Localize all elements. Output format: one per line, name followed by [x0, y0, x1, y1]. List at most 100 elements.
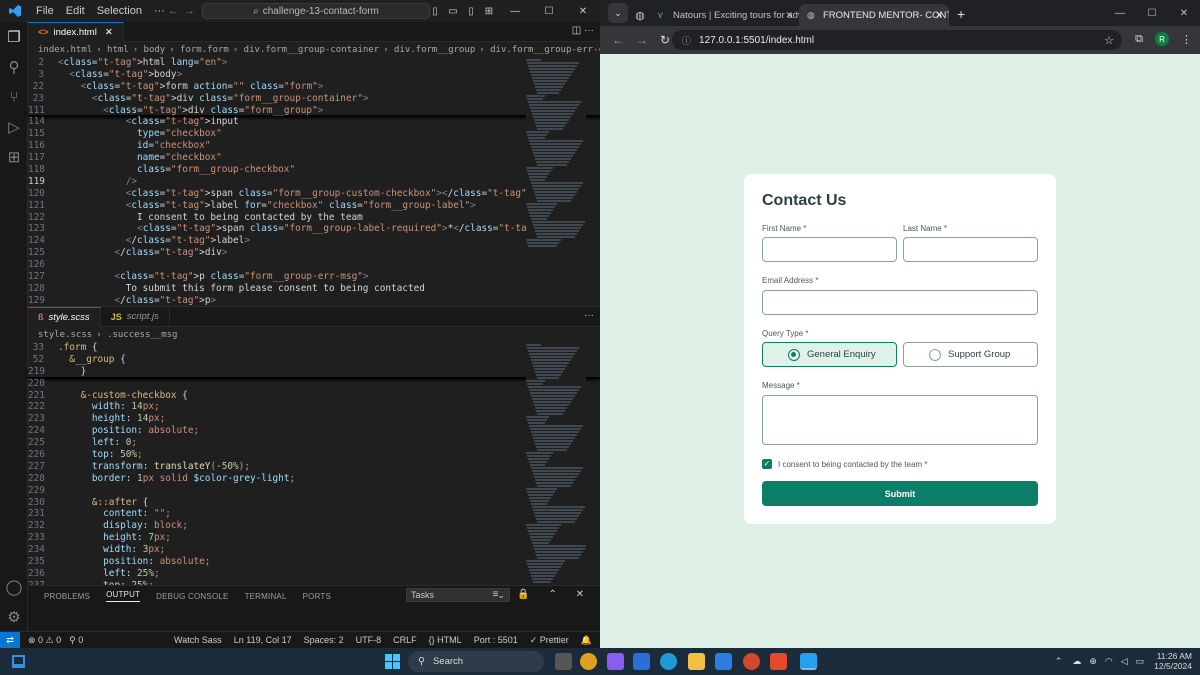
battery-icon[interactable]: ▭	[1136, 656, 1145, 667]
word-icon[interactable]	[633, 653, 650, 670]
code-line[interactable]: 52 &__group {	[28, 354, 600, 366]
maximize-icon[interactable]: ☐	[1136, 8, 1168, 19]
code-line[interactable]: 128 To submit this form please consent t…	[28, 283, 600, 295]
minimize-icon[interactable]: —	[498, 6, 532, 17]
last-name-input[interactable]	[903, 237, 1038, 262]
tab-script-js[interactable]: JS script.js	[101, 306, 170, 327]
run-debug-icon[interactable]: ▷	[0, 112, 28, 142]
code-line[interactable]: 114 <class="t-tag">input	[28, 116, 600, 128]
breadcrumb-item[interactable]: › .success__msg	[96, 330, 177, 340]
status-eol[interactable]: CRLF	[393, 635, 417, 646]
copilot-icon[interactable]	[607, 653, 624, 670]
tab-style-scss[interactable]: ß style.scss	[28, 306, 101, 327]
code-line[interactable]: 127 <class="t-tag">p class="form__group-…	[28, 271, 600, 283]
extensions-icon[interactable]: ⧉	[1135, 33, 1143, 46]
code-line[interactable]: 220	[28, 378, 600, 390]
radio-support-group[interactable]: Support Group	[903, 342, 1038, 367]
maximize-icon[interactable]: ☐	[532, 6, 566, 17]
chevron-up-icon[interactable]: ⌃	[1055, 656, 1063, 667]
code-line[interactable]: 229	[28, 485, 600, 497]
code-line[interactable]: 231 content: "";	[28, 508, 600, 520]
search-icon[interactable]: ⚲	[0, 52, 28, 82]
close-icon[interactable]: ✕	[566, 6, 600, 17]
command-center[interactable]: ⌕ challenge-13-contact-form	[202, 3, 430, 19]
vscode-taskbar-icon[interactable]	[800, 653, 817, 670]
taskbar-search[interactable]: ⚲ Search	[408, 651, 544, 672]
more-actions-icon[interactable]: ···	[584, 310, 594, 321]
code-line[interactable]: 123 <class="t-tag">span class="form__gro…	[28, 223, 600, 235]
menu-selection[interactable]: Selection	[91, 5, 148, 17]
code-line[interactable]: 119 />	[28, 176, 600, 188]
code-line[interactable]: 111 <class="t-tag">div class="form__grou…	[28, 105, 600, 117]
address-bar[interactable]: ⓘ 127.0.0.1:5501/index.html ☆	[672, 30, 1122, 50]
settings-gear-icon[interactable]: ⚙	[0, 602, 28, 632]
status-position[interactable]: Ln 119, Col 17	[234, 635, 292, 646]
clock[interactable]: 11:26 AM 12/5/2024	[1154, 651, 1192, 671]
code-line[interactable]: 219 }	[28, 366, 600, 378]
code-line[interactable]: 236 left: 25%;	[28, 568, 600, 580]
breadcrumb-item[interactable]: › div.form__group-err-container	[479, 45, 600, 55]
code-line[interactable]: 2 <class="t-tag">html lang="en">	[28, 57, 600, 69]
nav-forward-icon[interactable]: →	[184, 5, 195, 17]
code-line[interactable]: 124 </class="t-tag">label>	[28, 235, 600, 247]
remote-icon[interactable]: ⇄	[0, 632, 20, 648]
menu-edit[interactable]: Edit	[60, 5, 91, 17]
status-watch-sass[interactable]: Watch Sass	[174, 635, 222, 646]
code-line[interactable]: 117 name="checkbox"	[28, 152, 600, 164]
tab-index-html[interactable]: <> index.html ✕	[28, 21, 124, 42]
new-tab-icon[interactable]: +	[957, 6, 965, 22]
status-ports[interactable]: ⚲ 0	[69, 635, 83, 646]
code-line[interactable]: 129 </class="t-tag">p>	[28, 295, 600, 307]
avatar[interactable]: R	[1155, 32, 1169, 46]
panel-tab-problems[interactable]: PROBLEMS	[44, 592, 90, 601]
minimize-icon[interactable]: —	[1104, 8, 1136, 19]
submit-button[interactable]: Submit	[762, 481, 1038, 506]
windows-start-icon[interactable]	[385, 654, 400, 669]
breadcrumb-item[interactable]: › body	[133, 45, 166, 55]
close-icon[interactable]: ✕	[1168, 8, 1200, 19]
status-problems[interactable]: ⊗ 0 ⚠ 0	[28, 635, 61, 646]
menu-kebab-icon[interactable]: ⋮	[1181, 33, 1192, 46]
tab-close-icon[interactable]: ✕	[785, 10, 793, 21]
code-line[interactable]: 23 <class="t-tag">div class="form__group…	[28, 93, 600, 105]
layout-icon[interactable]: ⊞	[480, 6, 498, 17]
edge-icon[interactable]	[660, 653, 677, 670]
file-explorer-icon[interactable]	[688, 653, 705, 670]
code-line[interactable]: 122 I consent to being contacted by the …	[28, 212, 600, 224]
code-lines[interactable]: 33 .form {52 &__group {219 } 220 221 &-cust…	[28, 342, 600, 592]
panel-tab-debug-console[interactable]: DEBUG CONSOLE	[156, 592, 228, 601]
powerpoint-icon[interactable]	[743, 653, 760, 670]
breadcrumb-item[interactable]: › html	[96, 45, 129, 55]
first-name-input[interactable]	[762, 237, 897, 262]
code-line[interactable]: 118 class="form__group-checkbox"	[28, 164, 600, 176]
code-line[interactable]: 121 <class="t-tag">label for="checkbox" …	[28, 200, 600, 212]
panel-tab-terminal[interactable]: TERMINAL	[245, 592, 287, 601]
code-line[interactable]: 33 .form {	[28, 342, 600, 354]
code-line[interactable]: 228 border: 1px solid $color-grey-light;	[28, 473, 600, 485]
account-icon[interactable]: ◯	[0, 572, 28, 602]
browser-tab-contact[interactable]: ◍ FRONTEND MENTOR- CONTAC ✕	[799, 4, 949, 26]
globe-icon[interactable]: ◍	[631, 4, 649, 26]
panel-actions[interactable]: ≡ 🔒 ⌃ ✕	[493, 589, 592, 600]
tab-close-icon[interactable]: ✕	[105, 27, 113, 38]
breadcrumb-item[interactable]: › form.form	[169, 45, 229, 55]
status-indent[interactable]: Spaces: 2	[304, 635, 344, 646]
radio-general-enquiry[interactable]: General Enquiry	[762, 342, 897, 367]
wifi-icon[interactable]: ◠	[1105, 656, 1113, 667]
code-line[interactable]: 226 top: 50%;	[28, 449, 600, 461]
tab-search-icon[interactable]: ⌄	[608, 3, 628, 23]
split-editor-icon[interactable]: ◫ ···	[572, 25, 594, 36]
code-lines[interactable]: 2 <class="t-tag">html lang="en"> 3 <class=…	[28, 57, 600, 307]
explorer-icon[interactable]: ❐	[0, 22, 28, 52]
toggle-secondary-icon[interactable]: ▯	[462, 6, 480, 17]
code-line[interactable]: 234 width: 3px;	[28, 544, 600, 556]
email-input[interactable]	[762, 290, 1038, 315]
nav-back-icon[interactable]: ←	[168, 5, 179, 17]
toggle-sidebar-icon[interactable]: ▯	[426, 6, 444, 17]
tab-close-icon[interactable]: ✕	[935, 10, 943, 21]
code-line[interactable]: 22 <class="t-tag">form action="" class="…	[28, 81, 600, 93]
code-line[interactable]: 223 height: 14px;	[28, 413, 600, 425]
menu-file[interactable]: File	[30, 5, 60, 17]
code-line[interactable]: 235 position: absolute;	[28, 556, 600, 568]
consent-checkbox[interactable]: ✓	[762, 459, 772, 469]
